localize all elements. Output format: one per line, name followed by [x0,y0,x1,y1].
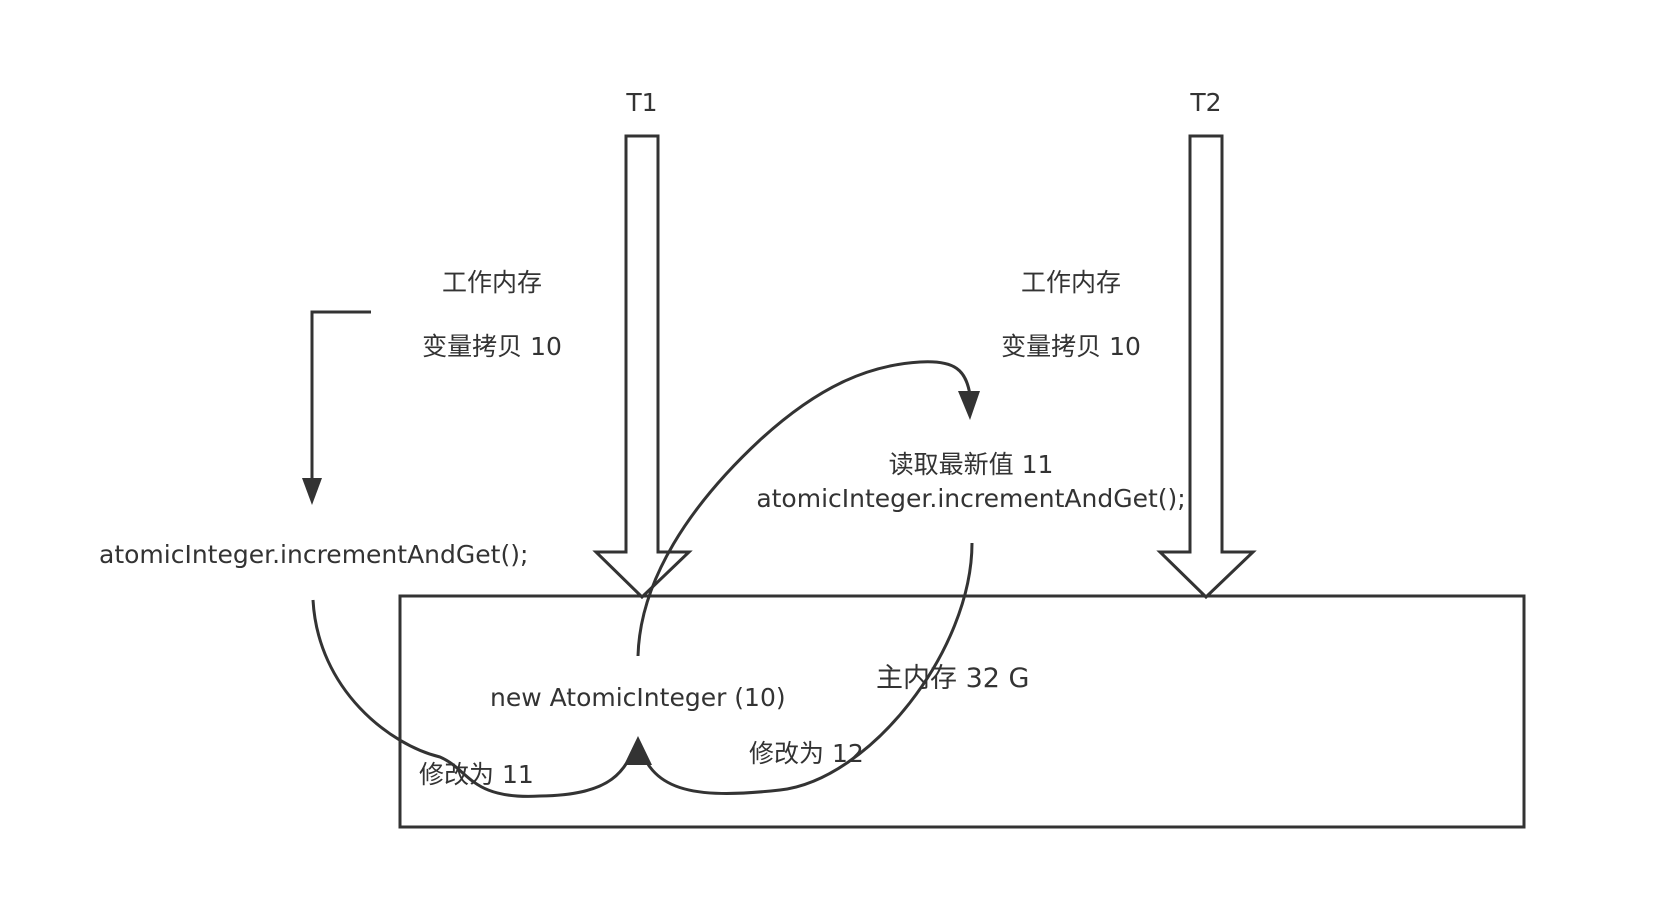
atomic-integer-object: new AtomicInteger (10) [490,683,786,712]
t2-thread-arrow [1156,134,1257,600]
diagram-canvas: T1 T2 工作内存 变量拷贝 10 工作内存 变量拷贝 10 atomicIn… [0,0,1676,922]
t1-thread-arrow [592,134,693,600]
t1-variable-copy: 变量拷贝 10 [422,332,562,361]
t1-increment-call: atomicInteger.incrementAndGet(); [99,540,529,569]
t2-read-latest: 读取最新值 11 [888,450,1054,479]
t2-label: T2 [1190,88,1222,117]
main-memory-title: 主内存 32 G [876,663,1030,694]
modify-to-11-label: 修改为 11 [419,760,534,789]
t1-copy-connector-arrowhead [302,478,322,505]
t2-increment-call: atomicInteger.incrementAndGet(); [756,484,1186,513]
t1-copy-connector [310,310,371,482]
t2-variable-copy: 变量拷贝 10 [1001,332,1141,361]
diagram-lines [302,134,1526,829]
update-arrowhead [624,736,652,765]
t1-working-memory-title: 工作内存 [441,268,543,297]
modify-to-12-label: 修改为 12 [749,739,864,768]
t1-label: T1 [626,88,658,117]
t2-working-memory-title: 工作内存 [1020,268,1122,297]
read-latest-arrowhead [958,391,980,420]
